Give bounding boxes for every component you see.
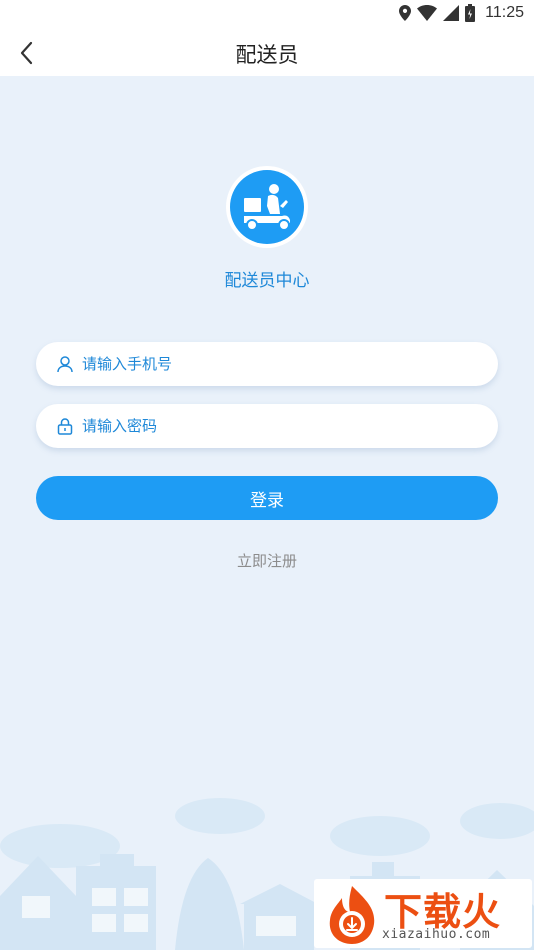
app-bar: 配送员 xyxy=(0,28,534,76)
watermark-url: xiazaihuo.com xyxy=(382,927,491,942)
register-link[interactable]: 立即注册 xyxy=(0,550,534,571)
status-bar: 11:25 xyxy=(0,0,534,28)
password-field[interactable] xyxy=(36,404,498,448)
page-title: 配送员 xyxy=(235,43,299,67)
brand-logo xyxy=(226,166,308,248)
watermark-badge: 下载火 xiazaihuo.com xyxy=(314,879,532,948)
password-input[interactable] xyxy=(82,417,442,435)
delivery-scooter-icon xyxy=(244,184,290,231)
signal-icon xyxy=(443,5,460,21)
phone-input[interactable] xyxy=(82,355,442,373)
user-icon xyxy=(57,356,73,373)
login-button[interactable]: 登录 xyxy=(36,476,498,520)
status-time: 11:25 xyxy=(485,4,524,21)
status-icons: 11:25 xyxy=(399,4,524,22)
lock-icon xyxy=(57,418,73,435)
phone-field[interactable] xyxy=(36,342,498,386)
location-icon xyxy=(399,5,412,21)
battery-icon xyxy=(465,4,476,22)
login-screen: 配送员中心 登录 立即注册 xyxy=(0,76,534,950)
brand-title: 配送员中心 xyxy=(224,271,310,291)
wifi-icon xyxy=(417,5,438,21)
flame-logo-icon xyxy=(329,886,375,944)
